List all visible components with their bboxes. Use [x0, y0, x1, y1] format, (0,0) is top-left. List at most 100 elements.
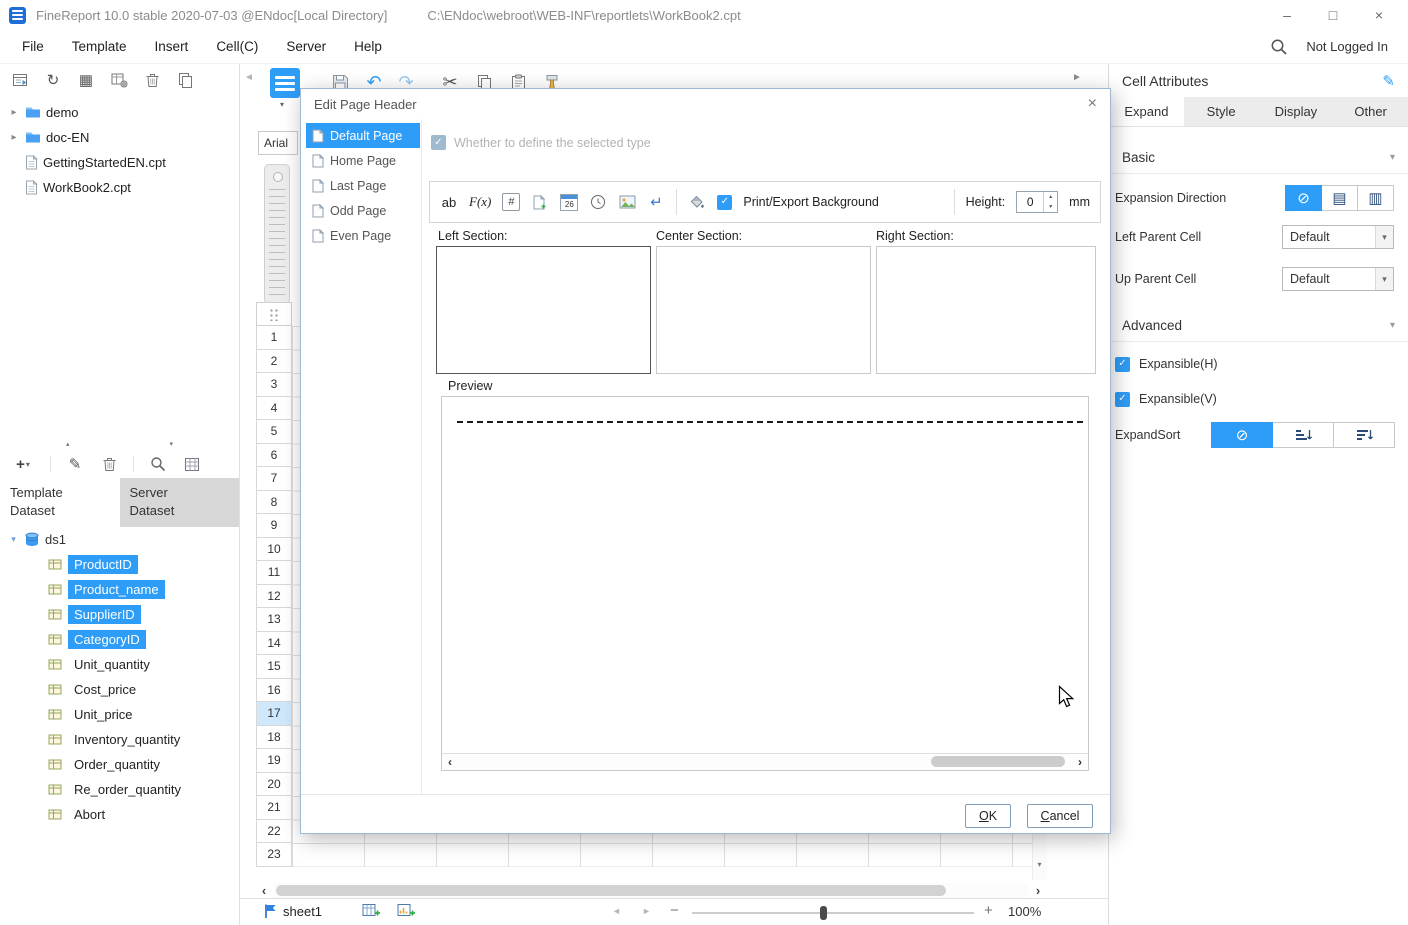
dataset-field-inventory-quantity[interactable]: Inventory_quantity — [0, 727, 239, 752]
row-header-23[interactable]: 23 — [256, 843, 292, 867]
sort-descending-button[interactable] — [1333, 422, 1395, 448]
page-type-odd-page[interactable]: Odd Page — [306, 198, 420, 223]
zoom-level[interactable]: 100% — [1008, 904, 1041, 919]
template-settings-icon[interactable] — [109, 70, 129, 90]
close-icon[interactable]: × — [1356, 0, 1402, 30]
tree-item-workbook2-cpt[interactable]: WorkBook2.cpt — [0, 175, 239, 200]
edit-dataset-icon[interactable]: ✎ — [65, 454, 85, 474]
basic-section-header[interactable]: Basic ▾ — [1109, 142, 1408, 174]
insert-time-icon[interactable] — [589, 192, 607, 212]
expand-horizontal-button[interactable]: ▥ — [1357, 185, 1394, 211]
scroll-down-icon[interactable]: ▾ — [1032, 856, 1047, 872]
ok-button[interactable]: OK — [965, 804, 1011, 828]
dataset-field-unit-quantity[interactable]: Unit_quantity — [0, 652, 239, 677]
dataset-settings-icon[interactable] — [182, 454, 202, 474]
horizontal-scrollbar[interactable] — [274, 883, 1028, 898]
row-header-7[interactable]: 7 — [256, 467, 292, 491]
dialog-close-icon[interactable]: × — [1088, 95, 1097, 113]
row-header-11[interactable]: 11 — [256, 561, 292, 585]
chevron-down-icon[interactable]: ▾ — [1390, 320, 1395, 331]
print-export-background-checkbox[interactable]: ✓ — [717, 195, 732, 210]
login-status[interactable]: Not Logged In — [1306, 39, 1388, 54]
add-report-sheet-icon[interactable] — [362, 903, 381, 919]
tab-template-dataset[interactable]: Template Dataset — [0, 478, 120, 527]
prev-sheet-icon[interactable]: ◄ — [612, 906, 621, 916]
insert-date-icon[interactable]: 26 — [560, 194, 578, 211]
dataset-field-order-quantity[interactable]: Order_quantity — [0, 752, 239, 777]
scroll-right-icon[interactable]: › — [1072, 754, 1088, 770]
sort-ascending-button[interactable] — [1272, 422, 1334, 448]
scrollbar-thumb[interactable] — [276, 885, 946, 896]
tree-item-doc-en[interactable]: ▸doc-EN — [0, 125, 239, 150]
preview-scroll-thumb[interactable] — [931, 756, 1065, 767]
insert-image-icon[interactable] — [618, 192, 636, 212]
more-toolbar-icon[interactable]: ► — [1072, 72, 1082, 83]
refresh-icon[interactable]: ↻ — [43, 70, 63, 90]
row-header-20[interactable]: 20 — [256, 773, 292, 797]
row-header-4[interactable]: 4 — [256, 397, 292, 421]
delete-icon[interactable] — [142, 70, 162, 90]
background-fill-icon[interactable] — [688, 192, 706, 212]
right-section-input[interactable] — [876, 246, 1096, 374]
search-icon[interactable] — [1270, 38, 1288, 56]
row-header-16[interactable]: 16 — [256, 679, 292, 703]
page-type-even-page[interactable]: Even Page — [306, 223, 420, 248]
dialog-titlebar[interactable]: Edit Page Header × — [301, 89, 1110, 119]
zoom-in-icon[interactable]: + — [984, 902, 993, 919]
zoom-slider-thumb[interactable] — [820, 906, 827, 920]
scroll-right-icon[interactable]: › — [1030, 883, 1046, 898]
row-header-19[interactable]: 19 — [256, 749, 292, 773]
dataset-field-supplierid[interactable]: SupplierID — [0, 602, 239, 627]
dataset-field-unit-price[interactable]: Unit_price — [0, 702, 239, 727]
tab-display[interactable]: Display — [1259, 97, 1334, 126]
insert-total-pages-icon[interactable] — [531, 192, 549, 212]
height-spinner[interactable]: 0 ▲ ▼ — [1016, 191, 1058, 213]
row-header-5[interactable]: 5 — [256, 420, 292, 444]
chevron-down-icon[interactable]: ▾ — [1390, 152, 1395, 163]
insert-text-icon[interactable]: ab — [440, 192, 458, 212]
dataset-field-cost-price[interactable]: Cost_price — [0, 677, 239, 702]
dataset-field-re-order-quantity[interactable]: Re_order_quantity — [0, 777, 239, 802]
splitter-up-icon[interactable]: ▴ — [66, 440, 70, 448]
expand-arrow-icon[interactable]: ▸ — [8, 132, 20, 143]
row-header-1[interactable]: 1 — [256, 326, 292, 350]
scroll-left-icon[interactable]: ‹ — [256, 883, 272, 898]
preview-dataset-icon[interactable] — [148, 454, 168, 474]
dataset-field-product-name[interactable]: Product_name — [0, 577, 239, 602]
row-header-17[interactable]: 17 — [256, 702, 292, 726]
row-header-9[interactable]: 9 — [256, 514, 292, 538]
row-header-14[interactable]: 14 — [256, 632, 292, 656]
sort-none-button[interactable]: ⊘ — [1211, 422, 1273, 448]
advanced-section-header[interactable]: Advanced ▾ — [1109, 310, 1408, 342]
insert-page-number-icon[interactable]: # — [502, 193, 520, 211]
row-header-22[interactable]: 22 — [256, 820, 292, 844]
expand-vertical-button[interactable]: ▤ — [1321, 185, 1358, 211]
page-type-home-page[interactable]: Home Page — [306, 148, 420, 173]
font-family-select[interactable]: Arial — [258, 131, 298, 155]
menu-item-file[interactable]: File — [8, 30, 58, 64]
menu-item-insert[interactable]: Insert — [141, 30, 203, 64]
page-type-default-page[interactable]: Default Page — [306, 123, 420, 148]
dataset-root[interactable]: ▾ ds1 — [0, 527, 239, 552]
row-header-13[interactable]: 13 — [256, 608, 292, 632]
expand-arrow-icon[interactable]: ▸ — [8, 107, 20, 118]
left-parent-select[interactable]: Default ▾ — [1282, 225, 1394, 249]
tab-other[interactable]: Other — [1333, 97, 1408, 126]
define-type-checkbox[interactable]: ✓ — [431, 135, 446, 150]
row-header-18[interactable]: 18 — [256, 726, 292, 750]
up-parent-select[interactable]: Default ▾ — [1282, 267, 1394, 291]
row-header-12[interactable]: 12 — [256, 585, 292, 609]
chevron-down-icon[interactable]: ▾ — [1375, 226, 1393, 248]
row-header-3[interactable]: 3 — [256, 373, 292, 397]
page-type-last-page[interactable]: Last Page — [306, 173, 420, 198]
insert-newline-icon[interactable]: ↵ — [647, 192, 665, 212]
next-sheet-icon[interactable]: ► — [642, 906, 651, 916]
delete-dataset-icon[interactable] — [99, 454, 119, 474]
row-header-6[interactable]: 6 — [256, 444, 292, 468]
center-section-input[interactable] — [656, 246, 871, 374]
cancel-button[interactable]: Cancel — [1027, 804, 1093, 828]
tree-expanded-icon[interactable]: ▾ — [8, 534, 19, 545]
add-chart-sheet-icon[interactable] — [397, 903, 416, 919]
hamburger-caret-icon[interactable]: ▾ — [280, 100, 284, 109]
expand-none-button[interactable]: ⊘ — [1285, 185, 1322, 211]
